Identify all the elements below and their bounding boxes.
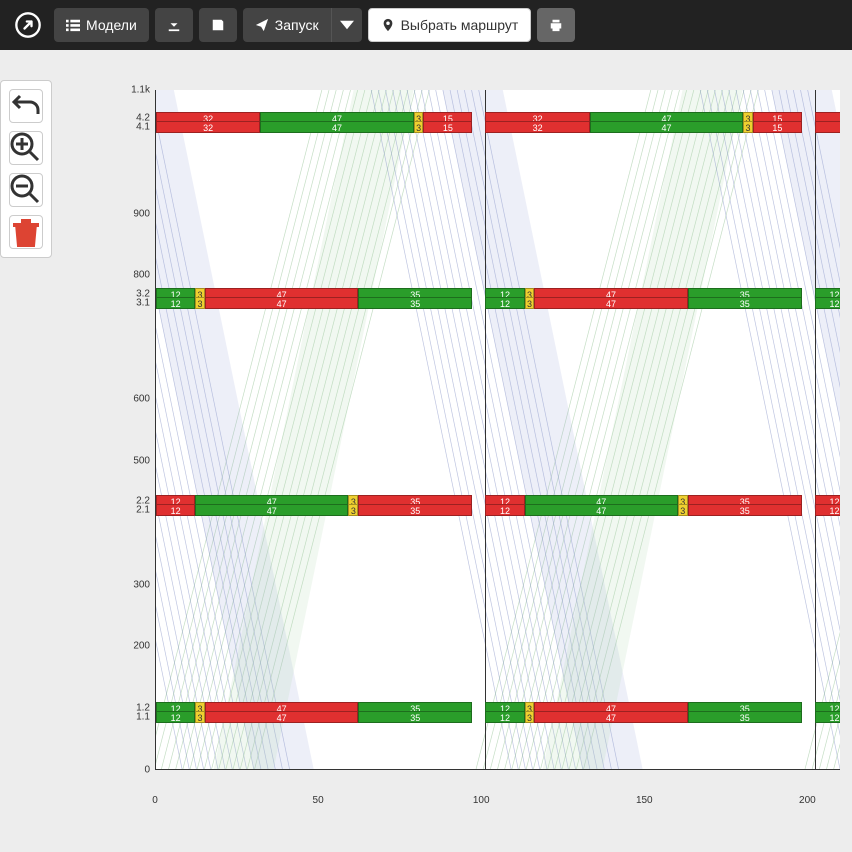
zoom-in-icon: [10, 132, 42, 164]
signal-phase-yellow[interactable]: 3: [678, 504, 688, 516]
x-tick: 200: [799, 795, 816, 806]
y-tick: 500: [110, 455, 150, 466]
models-label: Модели: [86, 17, 137, 33]
signal-row[interactable]: 1234735123473512347351234735: [156, 297, 840, 309]
y-tick: 800: [110, 270, 150, 281]
plot-region[interactable]: 3247315324731532473153247315324731532473…: [155, 90, 840, 770]
print-button[interactable]: [537, 8, 575, 42]
y-tick: 0: [110, 765, 150, 776]
signal-row-label: 1.1: [110, 712, 150, 723]
signal-row-label: 2.1: [110, 505, 150, 516]
signal-phase-green[interactable]: 12: [156, 297, 195, 309]
signal-phase-red[interactable]: 32: [815, 121, 840, 133]
zoom-out-icon: [10, 174, 42, 206]
list-icon: [66, 18, 80, 32]
download-icon: [167, 18, 181, 32]
signal-phase-red[interactable]: 47: [534, 297, 687, 309]
models-button[interactable]: Модели: [54, 8, 149, 42]
signal-phase-red[interactable]: 35: [688, 504, 802, 516]
signal-phase-red[interactable]: 12: [485, 504, 524, 516]
save-button[interactable]: [199, 8, 237, 42]
signal-phase-green[interactable]: 47: [195, 504, 348, 516]
delete-button[interactable]: [9, 215, 43, 249]
signal-phase-green[interactable]: 35: [688, 297, 802, 309]
signal-phase-yellow[interactable]: 3: [195, 711, 205, 723]
undo-icon: [10, 90, 42, 122]
signal-phase-red[interactable]: 12: [156, 504, 195, 516]
launch-button-group: Запуск: [243, 8, 362, 42]
zoom-out-button[interactable]: [9, 173, 43, 207]
signal-phase-yellow[interactable]: 3: [195, 297, 205, 309]
signal-phase-red[interactable]: 47: [534, 711, 687, 723]
signal-phase-green[interactable]: 35: [358, 711, 472, 723]
save-icon: [211, 18, 225, 32]
signal-phase-green[interactable]: 47: [590, 121, 743, 133]
signal-phase-green[interactable]: 12: [485, 297, 524, 309]
download-button[interactable]: [155, 8, 193, 42]
x-tick: 100: [473, 795, 490, 806]
signal-phase-yellow[interactable]: 3: [525, 711, 535, 723]
x-tick: 150: [636, 795, 653, 806]
signal-phase-green[interactable]: 35: [358, 297, 472, 309]
signal-phase-green[interactable]: 12: [485, 711, 524, 723]
signal-row[interactable]: 1247335124733512473351247335: [156, 504, 840, 516]
side-tool-panel: [0, 80, 52, 258]
signal-phase-red[interactable]: 15: [423, 121, 472, 133]
signal-phase-red[interactable]: 15: [753, 121, 802, 133]
signal-phase-red[interactable]: 35: [358, 504, 472, 516]
launch-button[interactable]: Запуск: [243, 8, 331, 42]
vertical-gridline: [815, 90, 816, 769]
launch-label: Запуск: [275, 17, 319, 33]
signal-row-label: 3.1: [110, 298, 150, 309]
y-tick: 1.1k: [110, 85, 150, 96]
signal-phase-yellow[interactable]: 3: [414, 121, 424, 133]
trash-icon: [10, 216, 42, 248]
signal-row[interactable]: 3247315324731532473153247315: [156, 121, 840, 133]
y-tick: 200: [110, 641, 150, 652]
caret-down-icon: [340, 18, 354, 32]
trajectory-lines: [156, 90, 840, 769]
signal-phase-red[interactable]: 47: [205, 711, 358, 723]
paper-plane-icon: [255, 18, 269, 32]
signal-phase-red[interactable]: 12: [815, 504, 840, 516]
map-pin-icon: [381, 18, 395, 32]
signal-phase-yellow[interactable]: 3: [348, 504, 358, 516]
zoom-in-button[interactable]: [9, 131, 43, 165]
undo-button[interactable]: [9, 89, 43, 123]
select-route-button[interactable]: Выбрать маршрут: [368, 8, 532, 42]
signal-phase-green[interactable]: 47: [525, 504, 678, 516]
signal-phase-red[interactable]: 47: [205, 297, 358, 309]
print-icon: [549, 18, 563, 32]
main-toolbar: Модели Запуск Выбрать маршрут: [0, 0, 852, 50]
signal-phase-red[interactable]: 32: [156, 121, 260, 133]
y-tick: 300: [110, 579, 150, 590]
signal-phase-yellow[interactable]: 3: [743, 121, 753, 133]
signal-row[interactable]: 1234735123473512347351234735: [156, 711, 840, 723]
signal-phase-green[interactable]: 47: [260, 121, 413, 133]
signal-phase-green[interactable]: 12: [156, 711, 195, 723]
launch-dropdown-button[interactable]: [331, 8, 362, 42]
signal-phase-green[interactable]: 12: [815, 297, 840, 309]
signal-row-label: 4.1: [110, 122, 150, 133]
signal-phase-green[interactable]: 12: [815, 711, 840, 723]
signal-phase-red[interactable]: 32: [485, 121, 589, 133]
route-label: Выбрать маршрут: [401, 17, 519, 33]
y-tick: 900: [110, 208, 150, 219]
app-logo-icon[interactable]: [8, 5, 48, 45]
x-tick: 0: [152, 795, 158, 806]
vertical-gridline: [485, 90, 486, 769]
chart-area: 3247315324731532473153247315324731532473…: [110, 90, 840, 790]
y-tick: 600: [110, 394, 150, 405]
signal-phase-green[interactable]: 35: [688, 711, 802, 723]
x-tick: 50: [313, 795, 324, 806]
signal-phase-yellow[interactable]: 3: [525, 297, 535, 309]
